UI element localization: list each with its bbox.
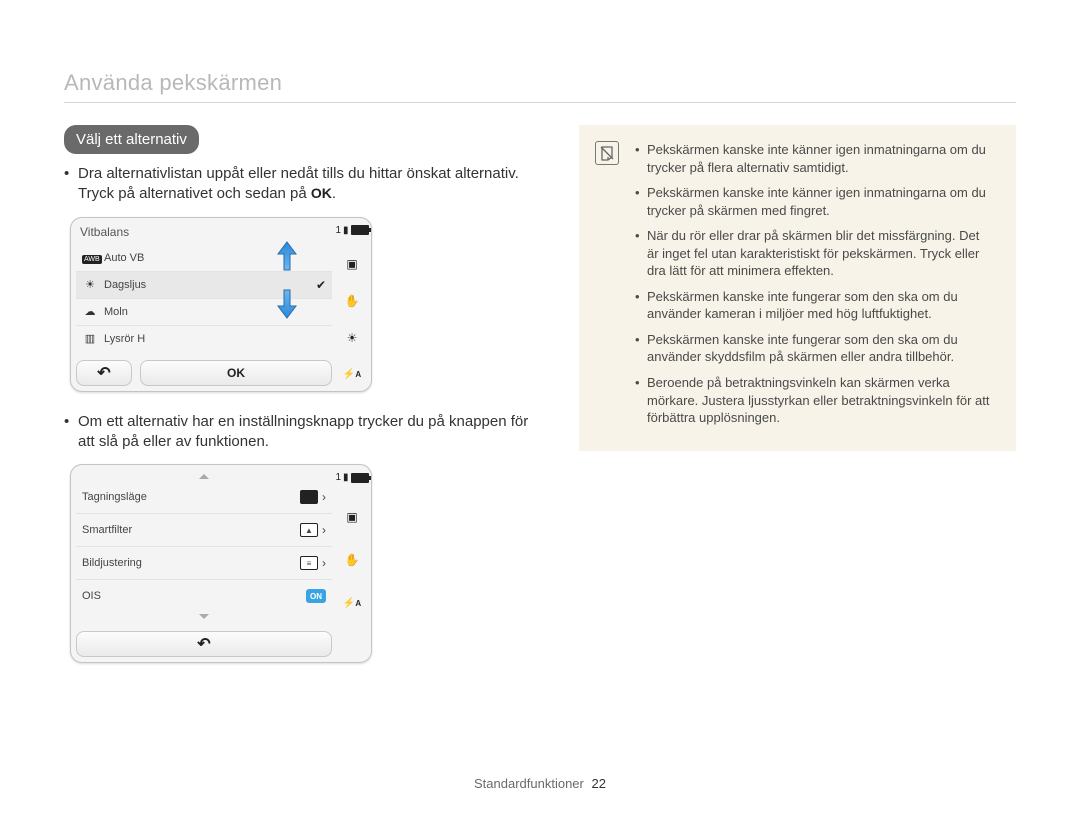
wb-option-label: Auto VB (104, 252, 144, 264)
note-item: Pekskärmen kanske inte fungerar som den … (635, 288, 994, 323)
wb-option-fluorescent[interactable]: ▥ Lysrör H (76, 325, 332, 352)
ois-hand-icon: ✋ (343, 292, 361, 310)
note-item: Beroende på betraktningsvinkeln kan skär… (635, 374, 994, 427)
chevron-right-icon: › (322, 556, 326, 570)
auto-wb-icon: AWB (82, 252, 98, 264)
memory-card-icon: ▮ (343, 225, 349, 236)
setting-label: Smartfilter (82, 524, 132, 536)
flash-auto-icon: ⚡A (343, 594, 361, 612)
footer-section: Standardfunktioner (474, 776, 584, 791)
sliders-icon: ≡ (300, 556, 318, 570)
focus-frame-icon: ▣ (343, 508, 361, 526)
inline-ok-glyph: OK (311, 185, 332, 201)
setting-row-smartfilter[interactable]: Smartfilter ▲ › (76, 513, 332, 546)
setting-row-ois[interactable]: OIS ON (76, 579, 332, 612)
setting-label: Tagningsläge (82, 491, 147, 503)
sun-icon: ☀ (82, 278, 98, 291)
wb-option-label: Dagsljus (104, 279, 146, 291)
para2-text: Om ett alternativ har en inställningskna… (78, 413, 528, 450)
scroll-up-arrow-icon (276, 241, 298, 271)
cloud-icon: ☁ (82, 305, 98, 318)
note-item: När du rör eller drar på skärmen blir de… (635, 227, 994, 280)
shot-count: 1 (335, 225, 341, 236)
para1-text-a: Dra alternativlistan uppåt eller nedåt t… (78, 165, 519, 202)
page-header: Använda pekskärmen (64, 70, 1016, 103)
fluorescent-icon: ▥ (82, 332, 98, 345)
note-icon (595, 141, 619, 165)
back-button[interactable]: ↶ (76, 360, 132, 386)
section-title: Välj ett alternativ (64, 125, 199, 154)
battery-icon (351, 473, 369, 483)
camera-screen-settings: Tagningsläge › Smartfilter ▲ › Bildjuster… (70, 464, 372, 663)
camera-screen-whitebalance: Vitbalans AWB Auto VB ☀ Dagsljus ✔ ☁ (70, 217, 372, 392)
battery-icon (351, 225, 369, 235)
instruction-paragraph-2: • Om ett alternativ har en inställningsk… (64, 412, 539, 453)
brightness-icon: ☀ (343, 329, 361, 347)
ois-hand-icon: ✋ (343, 551, 361, 569)
setting-label: Bildjustering (82, 557, 142, 569)
note-item: Pekskärmen kanske inte känner igen inmat… (635, 184, 994, 219)
setting-label: OIS (82, 590, 101, 602)
resolution-icon (300, 490, 318, 504)
chevron-right-icon: › (322, 523, 326, 537)
focus-frame-icon: ▣ (343, 255, 361, 273)
list-scroll-up-caret[interactable] (199, 474, 209, 479)
scroll-down-arrow-icon (276, 289, 298, 319)
para1-text-b: . (332, 185, 336, 202)
flash-auto-icon: ⚡A (343, 366, 361, 384)
picture-icon: ▲ (300, 523, 318, 537)
wb-option-label: Moln (104, 306, 128, 318)
ok-button[interactable]: OK (140, 360, 332, 386)
setting-row-shooting-mode[interactable]: Tagningsläge › (76, 481, 332, 513)
notes-panel: Pekskärmen kanske inte känner igen inmat… (579, 125, 1016, 451)
back-button[interactable]: ↶ (76, 631, 332, 657)
check-icon: ✔ (316, 278, 326, 292)
footer-page-number: 22 (592, 776, 606, 791)
shots-remaining: 1 ▮ (335, 225, 368, 236)
wb-option-label: Lysrör H (104, 333, 145, 345)
setting-row-image-adjust[interactable]: Bildjustering ≡ › (76, 546, 332, 579)
shot-count: 1 (335, 472, 341, 483)
list-scroll-down-caret[interactable] (199, 614, 209, 619)
page-footer: Standardfunktioner 22 (0, 776, 1080, 791)
note-item: Pekskärmen kanske inte fungerar som den … (635, 331, 994, 366)
instruction-paragraph-1: • Dra alternativlistan uppåt eller nedåt… (64, 164, 539, 205)
note-item: Pekskärmen kanske inte känner igen inmat… (635, 141, 994, 176)
chevron-right-icon: › (322, 490, 326, 504)
memory-card-icon: ▮ (343, 472, 349, 483)
on-toggle[interactable]: ON (306, 589, 326, 603)
shots-remaining: 1 ▮ (335, 472, 368, 483)
